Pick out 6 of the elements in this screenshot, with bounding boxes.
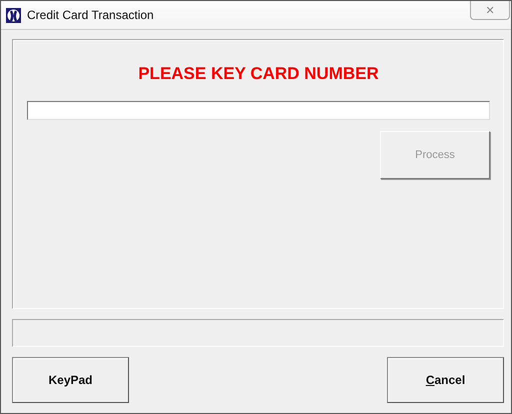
keypad-button[interactable]: KeyPad <box>12 357 129 403</box>
prompt-text: PLEASE KEY CARD NUMBER <box>138 64 379 84</box>
card-number-field[interactable] <box>27 101 490 120</box>
cancel-button[interactable]: Cancel <box>387 357 504 403</box>
window-title: Credit Card Transaction <box>27 8 154 22</box>
app-icon <box>6 8 21 22</box>
